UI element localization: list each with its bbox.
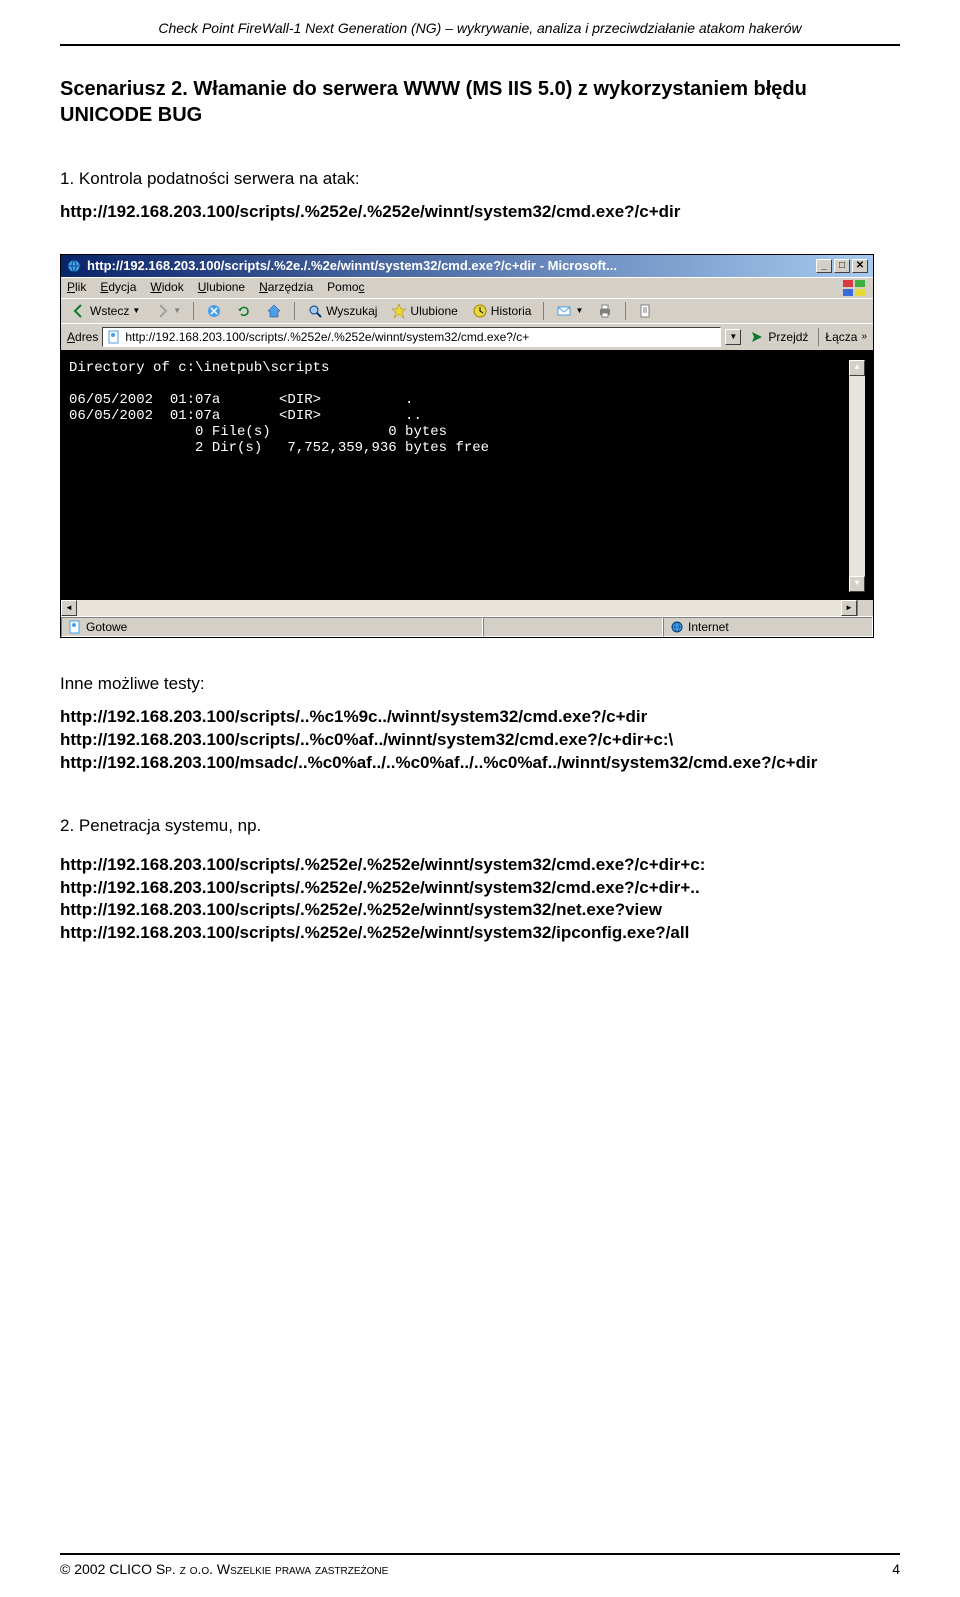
minimize-button[interactable]: _ (816, 259, 832, 273)
menu-edit[interactable]: Edycja (100, 280, 136, 296)
forward-arrow-icon (154, 303, 170, 319)
status-mid (483, 617, 663, 637)
page-footer: © 2002 CLICO Sp. z o.o. Wszelkie prawa z… (60, 1553, 900, 1577)
stop-icon (206, 303, 222, 319)
toolbar: Wstecz ▼ ▼ Wyszukaj (61, 298, 873, 323)
history-button[interactable]: Historia (468, 302, 536, 320)
window-titlebar: http://192.168.203.100/scripts/.%2e./.%2… (61, 255, 873, 277)
window-title-text: http://192.168.203.100/scripts/.%2e./.%2… (87, 258, 617, 273)
step1-url: http://192.168.203.100/scripts/.%252e/.%… (60, 201, 900, 224)
step1-label: 1. Kontrola podatności serwera na atak: (60, 168, 900, 191)
status-bar: Gotowe Internet (61, 616, 873, 637)
home-icon (266, 303, 282, 319)
internet-zone-icon (670, 620, 684, 634)
menu-favorites[interactable]: Ulubione (198, 280, 245, 296)
scroll-track[interactable] (849, 376, 865, 576)
scroll-left-button[interactable]: ◄ (61, 600, 77, 616)
resize-grip[interactable] (857, 600, 873, 616)
menu-file[interactable]: Plik (67, 280, 86, 296)
step2-urls: http://192.168.203.100/scripts/.%252e/.%… (60, 854, 900, 946)
browser-window: http://192.168.203.100/scripts/.%2e./.%2… (60, 254, 874, 638)
maximize-button[interactable]: □ (834, 259, 850, 273)
step2-label: 2. Penetracja systemu, np. (60, 815, 900, 838)
other-tests-intro: Inne możliwe testy: (60, 673, 900, 696)
mail-icon (556, 303, 572, 319)
menu-tools[interactable]: Narzędzia (259, 280, 313, 296)
menu-view[interactable]: Widok (150, 280, 183, 296)
print-icon (597, 303, 613, 319)
vertical-scrollbar[interactable]: ▲ ▼ (849, 360, 865, 592)
favorites-button[interactable]: Ulubione (387, 302, 461, 320)
address-input[interactable]: http://192.168.203.100/scripts/.%252e/.%… (102, 327, 721, 347)
address-label: Adres (67, 330, 98, 344)
copyright-text: © 2002 CLICO Sp. z o.o. Wszelkie prawa z… (60, 1561, 388, 1577)
star-icon (391, 303, 407, 319)
other-tests-urls: http://192.168.203.100/scripts/..%c1%9c.… (60, 706, 900, 775)
scroll-down-button[interactable]: ▼ (849, 576, 865, 592)
address-value: http://192.168.203.100/scripts/.%252e/.%… (125, 330, 529, 344)
mail-button[interactable]: ▼ (552, 302, 587, 320)
status-left: Gotowe (61, 617, 483, 637)
links-label[interactable]: Łącza (825, 330, 857, 344)
go-button[interactable]: Przejdź (745, 328, 812, 346)
windows-flag-icon (843, 280, 867, 296)
done-icon (68, 620, 82, 634)
go-icon (749, 329, 765, 345)
links-chevron-icon[interactable]: » (861, 331, 867, 342)
scroll-up-button[interactable]: ▲ (849, 360, 865, 376)
ie-icon (66, 258, 82, 274)
home-button[interactable] (262, 302, 286, 320)
forward-button[interactable]: ▼ (150, 302, 185, 320)
page-content: Directory of c:\inetpub\scripts 06/05/20… (61, 350, 873, 600)
search-icon (307, 303, 323, 319)
status-right: Internet (663, 617, 873, 637)
scroll-track-h[interactable] (77, 600, 841, 616)
edit-button[interactable] (634, 302, 658, 320)
menu-help[interactable]: Pomoc (327, 280, 364, 296)
address-bar: Adres http://192.168.203.100/scripts/.%2… (61, 323, 873, 350)
stop-button[interactable] (202, 302, 226, 320)
document-header: Check Point FireWall-1 Next Generation (… (60, 20, 900, 46)
back-arrow-icon (71, 303, 87, 319)
directory-listing: Directory of c:\inetpub\scripts 06/05/20… (69, 360, 849, 592)
refresh-icon (236, 303, 252, 319)
print-button[interactable] (593, 302, 617, 320)
search-button[interactable]: Wyszukaj (303, 302, 381, 320)
page-number: 4 (892, 1561, 900, 1577)
menu-bar: Plik Edycja Widok Ulubione Narzędzia Pom… (61, 277, 873, 298)
page-icon (107, 330, 121, 344)
close-button[interactable]: ✕ (852, 259, 868, 273)
back-button[interactable]: Wstecz ▼ (67, 302, 144, 320)
horizontal-scrollbar[interactable]: ◄ ► (61, 600, 873, 616)
refresh-button[interactable] (232, 302, 256, 320)
section-title: Scenariusz 2. Włamanie do serwera WWW (M… (60, 76, 900, 128)
history-icon (472, 303, 488, 319)
scroll-right-button[interactable]: ► (841, 600, 857, 616)
edit-icon (638, 303, 654, 319)
address-dropdown[interactable]: ▼ (725, 329, 741, 345)
